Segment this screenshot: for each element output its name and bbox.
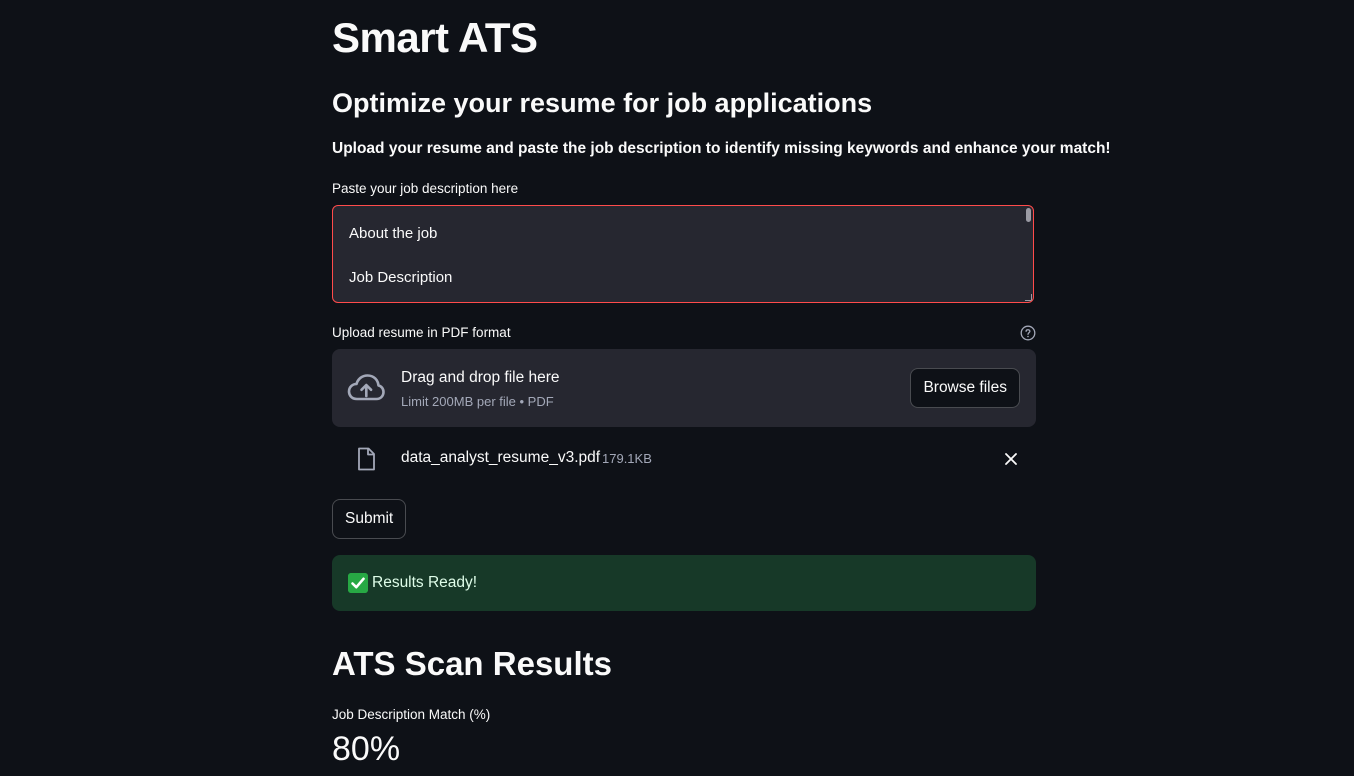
- browse-files-button[interactable]: Browse files: [910, 368, 1020, 408]
- file-icon: [358, 447, 375, 471]
- help-circle-icon[interactable]: [1020, 325, 1036, 341]
- dropzone-limit-text: Limit 200MB per file • PDF: [401, 394, 554, 409]
- upload-label: Upload resume in PDF format: [332, 325, 511, 340]
- results-heading: ATS Scan Results: [332, 645, 612, 682]
- job-description-label: Paste your job description here: [332, 181, 519, 196]
- success-message: Results Ready!: [372, 574, 478, 591]
- job-description-line: About the job: [349, 225, 438, 242]
- uploaded-file-item: data_analyst_resume_v3.pdf 179.1KB: [332, 440, 1036, 478]
- intro-text: Upload your resume and paste the job des…: [332, 140, 1111, 157]
- page-subtitle: Optimize your resume for job application…: [332, 88, 873, 118]
- submit-button[interactable]: Submit: [332, 499, 407, 539]
- textarea-scrollbar[interactable]: [1026, 208, 1031, 222]
- job-description-textarea[interactable]: About the job Job Description: [332, 205, 1034, 303]
- cloud-upload-icon: [347, 374, 385, 401]
- page-title: Smart ATS: [332, 14, 538, 61]
- uploaded-file-size: 179.1KB: [602, 451, 652, 466]
- check-mark-icon: [348, 573, 368, 593]
- success-alert: Results Ready!: [332, 555, 1036, 611]
- close-icon[interactable]: [1004, 452, 1018, 466]
- textarea-resize-handle[interactable]: [1025, 294, 1032, 301]
- dropzone-title: Drag and drop file here: [401, 369, 560, 386]
- file-dropzone[interactable]: Drag and drop file here Limit 200MB per …: [332, 349, 1036, 427]
- match-metric-label: Job Description Match (%): [332, 707, 491, 722]
- match-metric-value: 80%: [332, 730, 401, 768]
- uploaded-file-name: data_analyst_resume_v3.pdf: [401, 449, 601, 466]
- job-description-line: Job Description: [349, 269, 453, 286]
